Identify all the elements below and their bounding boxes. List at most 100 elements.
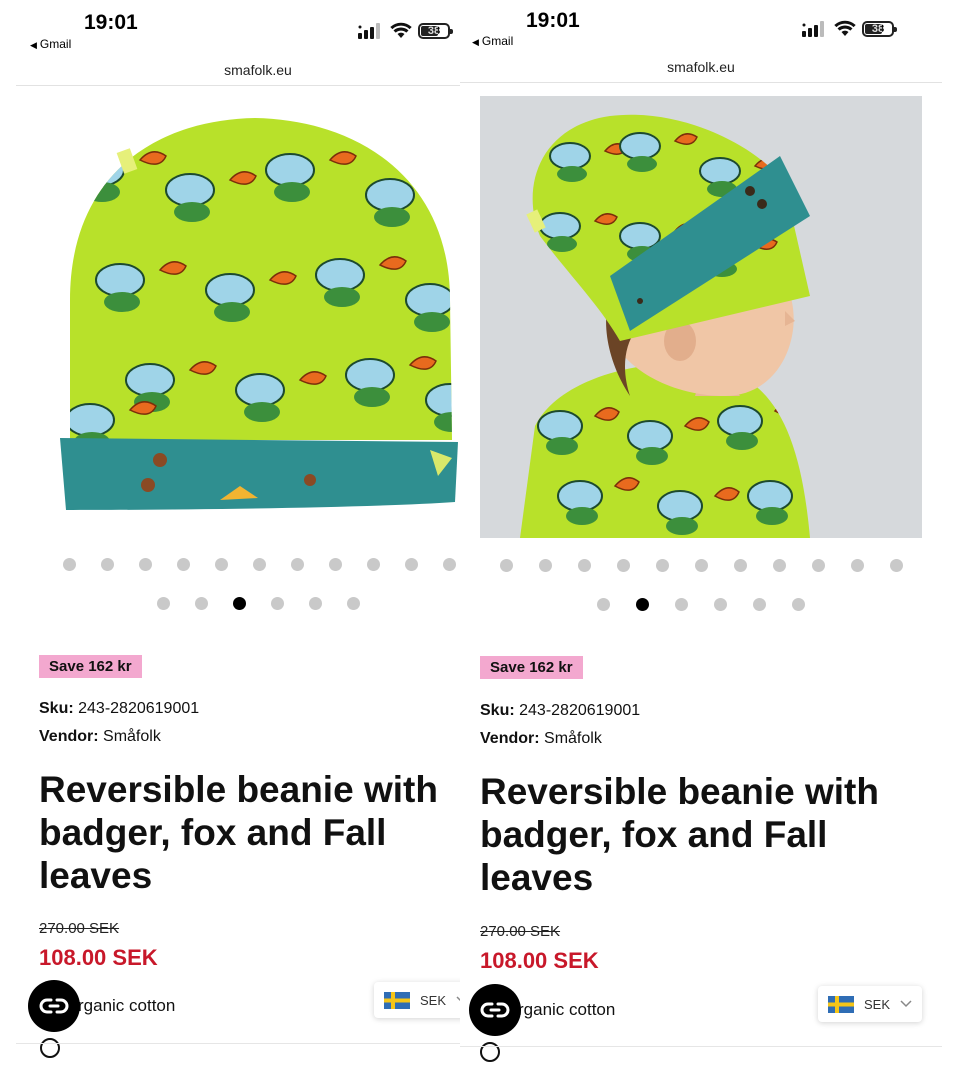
cellular-signal-icon (358, 22, 380, 39)
carousel-dot[interactable] (176, 558, 190, 571)
wifi-icon (834, 20, 856, 36)
carousel-dot[interactable] (270, 597, 284, 610)
product-title-line: leaves (480, 857, 594, 898)
phone-screen-left: 19:01 ◀ Gmail 38 smafolk.eu Save 162 kr … (0, 0, 480, 1072)
cellular-signal-icon (802, 20, 824, 37)
carousel-dot[interactable] (714, 598, 727, 611)
carousel-dot[interactable] (62, 558, 76, 571)
back-app-label: Gmail (481, 34, 514, 48)
chat-link-icon (480, 1002, 510, 1018)
sku-value: 243-2820619001 (519, 702, 641, 719)
vendor-line: Vendor: Småfolk (480, 730, 602, 748)
bottom-divider (460, 1046, 942, 1047)
carousel-dot-active[interactable] (636, 598, 649, 611)
sale-price: 108.00 SEK (480, 948, 599, 973)
carousel-dot[interactable] (538, 559, 552, 572)
product-title-line: Reversible beanie with (39, 769, 438, 810)
vendor-label: Vendor: (480, 730, 540, 747)
wifi-icon (390, 22, 412, 38)
product-title-line: badger, fox and Fall (39, 812, 387, 853)
chevron-down-icon (900, 1000, 912, 1008)
product-title-line: Reversible beanie with (480, 771, 879, 812)
save-badge: Save 162 kr (480, 656, 583, 679)
vendor-value[interactable]: Småfolk (103, 728, 161, 745)
beanie-illustration (60, 118, 458, 510)
sku-line: Sku: 243-2820619001 (39, 700, 199, 718)
carousel-dot-active[interactable] (232, 597, 246, 610)
product-title: Reversible beanie with badger, fox and F… (39, 768, 469, 897)
carousel-dot[interactable] (252, 558, 266, 571)
sweden-flag-icon (384, 991, 410, 1009)
url-text: smafolk.eu (224, 62, 292, 78)
carousel-dot[interactable] (577, 559, 591, 572)
carousel-dot[interactable] (792, 598, 805, 611)
original-price: 270.00 SEK (480, 923, 561, 940)
vendor-line: Vendor: Småfolk (39, 728, 161, 746)
carousel-dot[interactable] (850, 559, 864, 572)
carousel-dot[interactable] (772, 559, 786, 572)
carousel-dot[interactable] (694, 559, 708, 572)
carousel-dot[interactable] (156, 597, 170, 610)
carousel-dot[interactable] (366, 558, 380, 571)
back-to-app-link[interactable]: ◀ Gmail (30, 37, 71, 51)
product-image-beanie[interactable] (40, 100, 480, 540)
url-bar[interactable]: smafolk.eu (0, 62, 480, 78)
feature-bullet-icon (40, 1038, 60, 1058)
screenshot-stage: 19:01 ◀ Gmail 38 smafolk.eu Save 162 kr … (0, 0, 960, 1072)
carousel-dot[interactable] (100, 558, 114, 571)
carousel-dot[interactable] (442, 558, 456, 571)
carousel-dots-row-2 (0, 597, 480, 610)
currency-selector[interactable]: SEK (818, 986, 923, 1022)
status-icons: 38 (802, 20, 897, 37)
vendor-label: Vendor: (39, 728, 99, 745)
vendor-value[interactable]: Småfolk (544, 730, 602, 747)
carousel-dot[interactable] (675, 598, 688, 611)
product-title-line: badger, fox and Fall (480, 814, 828, 855)
carousel-dot[interactable] (616, 559, 630, 572)
url-divider (16, 85, 464, 86)
carousel-dots-row-2 (460, 598, 942, 611)
product-title: Reversible beanie with badger, fox and F… (480, 770, 930, 899)
sku-label: Sku: (480, 702, 515, 719)
back-arrow-icon: ◀ (30, 40, 37, 50)
carousel-dot[interactable] (733, 559, 747, 572)
chat-button[interactable] (469, 984, 521, 1036)
carousel-dot[interactable] (194, 597, 208, 610)
battery-level: 38 (427, 24, 441, 37)
carousel-dot[interactable] (346, 597, 360, 610)
status-icons: 38 (358, 22, 453, 39)
carousel-dot[interactable] (404, 558, 418, 571)
chat-button[interactable] (28, 980, 80, 1032)
carousel-dot[interactable] (889, 559, 903, 572)
sku-value: 243-2820619001 (78, 700, 200, 717)
back-to-app-link[interactable]: ◀ Gmail (472, 34, 513, 48)
product-title-line: leaves (39, 855, 153, 896)
sweden-flag-icon (828, 995, 854, 1013)
model-photo-illustration (480, 96, 922, 538)
url-bar[interactable]: smafolk.eu (460, 59, 942, 75)
feature-bullet-icon (480, 1042, 500, 1062)
feature-organic-cotton: rganic cotton (518, 1000, 616, 1019)
carousel-dot[interactable] (499, 559, 513, 572)
product-image-model[interactable] (480, 96, 922, 538)
sku-label: Sku: (39, 700, 74, 717)
feature-organic-cotton: rganic cotton (78, 996, 176, 1015)
save-badge: Save 162 kr (39, 655, 142, 678)
currency-code: SEK (864, 996, 891, 1012)
status-time: 19:01 (526, 9, 580, 32)
battery-icon: 38 (862, 20, 897, 37)
carousel-dot[interactable] (214, 558, 228, 571)
carousel-dot[interactable] (597, 598, 610, 611)
back-app-label: Gmail (39, 37, 72, 51)
carousel-dot[interactable] (308, 597, 322, 610)
carousel-dot[interactable] (290, 558, 304, 571)
carousel-dot[interactable] (138, 558, 152, 571)
carousel-dot[interactable] (753, 598, 766, 611)
battery-icon: 38 (418, 22, 453, 39)
carousel-dot[interactable] (328, 558, 342, 571)
carousel-dots-row-1 (460, 559, 942, 572)
carousel-dot[interactable] (811, 559, 825, 572)
bottom-divider (16, 1043, 464, 1044)
status-time: 19:01 (84, 11, 138, 34)
carousel-dot[interactable] (655, 559, 669, 572)
